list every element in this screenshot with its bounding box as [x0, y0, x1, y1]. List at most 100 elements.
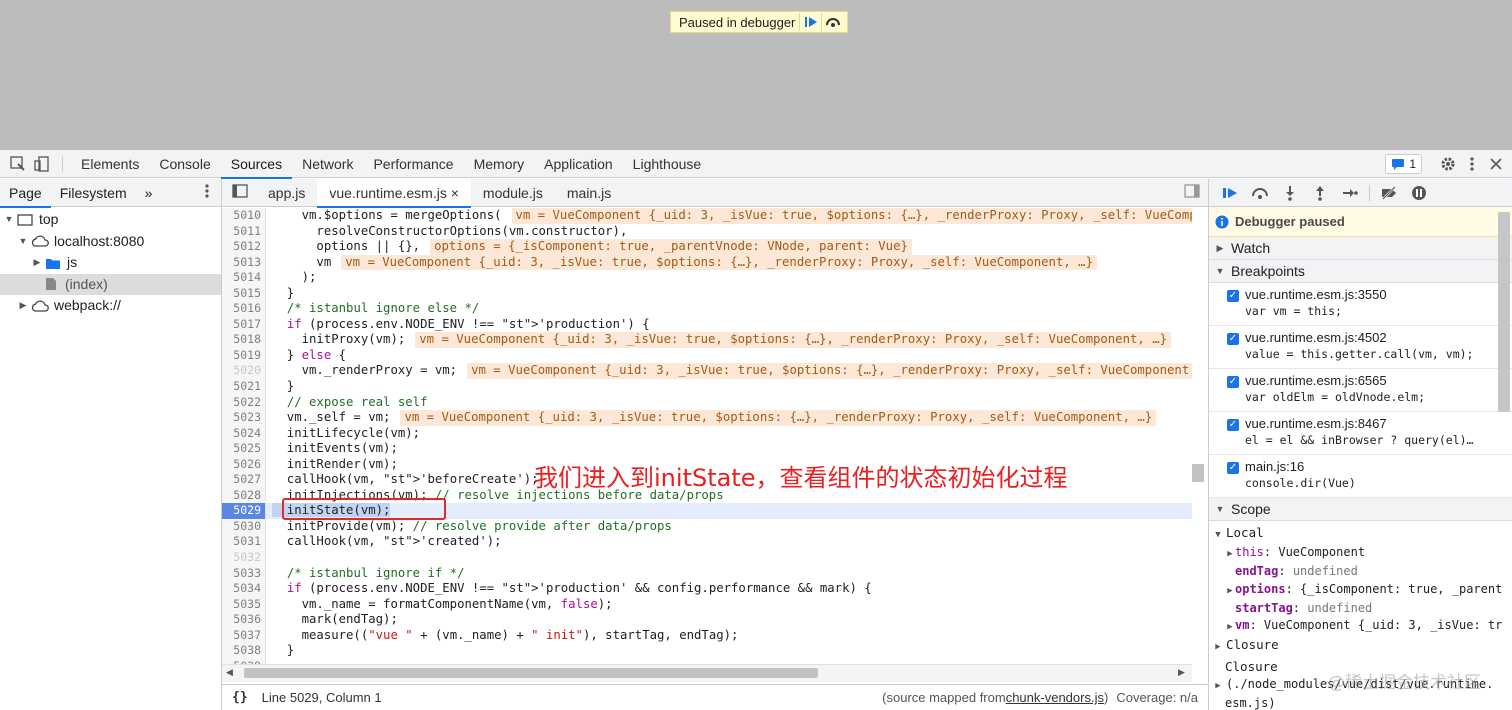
- source-map-link[interactable]: chunk-vendors.js: [1006, 690, 1104, 705]
- line-number[interactable]: 5022: [222, 394, 266, 411]
- line-number[interactable]: 5018: [222, 332, 266, 348]
- close-devtools-icon[interactable]: [1484, 152, 1508, 176]
- issues-button[interactable]: 1: [1385, 153, 1422, 174]
- inspect-element-icon[interactable]: [6, 152, 30, 176]
- scroll-left-icon[interactable]: ◀: [226, 667, 233, 678]
- line-number[interactable]: 5034: [222, 581, 266, 597]
- line-number[interactable]: 5036: [222, 612, 266, 628]
- step-into-icon[interactable]: [1275, 179, 1305, 207]
- pause-on-exceptions-icon[interactable]: [1404, 179, 1434, 207]
- tree-item-index[interactable]: (index): [0, 273, 221, 295]
- more-tabs-chevron-icon[interactable]: »: [136, 179, 162, 207]
- tab-page[interactable]: Page: [0, 179, 51, 208]
- line-number[interactable]: 5032: [222, 550, 266, 566]
- line-number[interactable]: 5010: [222, 208, 266, 224]
- line-number[interactable]: 5023: [222, 410, 266, 426]
- collapse-triangle-icon[interactable]: ▶: [1225, 619, 1235, 636]
- toggle-debugger-icon[interactable]: [1184, 184, 1200, 201]
- line-number[interactable]: 5029: [222, 503, 266, 519]
- code-line[interactable]: 5037 measure(("vue " + (vm._name) + " in…: [222, 627, 1192, 644]
- checkbox-checked-icon[interactable]: ✓: [1227, 290, 1239, 302]
- device-toolbar-icon[interactable]: [30, 152, 54, 176]
- navigator-menu-icon[interactable]: [205, 184, 209, 201]
- more-options-icon[interactable]: [1460, 152, 1484, 176]
- close-tab-icon[interactable]: ×: [451, 185, 459, 201]
- code-line[interactable]: 5011 resolveConstructorOptions(vm.constr…: [222, 223, 1192, 240]
- checkbox-checked-icon[interactable]: ✓: [1227, 462, 1239, 474]
- collapse-triangle-icon[interactable]: ▶: [32, 252, 42, 274]
- code-line[interactable]: 5036 mark(endTag);: [222, 612, 1192, 628]
- deactivate-breakpoints-icon[interactable]: [1374, 179, 1404, 207]
- scope-local[interactable]: ▼ Local: [1209, 524, 1512, 544]
- line-number[interactable]: 5031: [222, 534, 266, 551]
- line-number[interactable]: 5015: [222, 285, 266, 302]
- line-number[interactable]: 5021: [222, 379, 266, 395]
- file-tab-app[interactable]: app.js: [256, 179, 317, 207]
- line-number[interactable]: 5012: [222, 239, 266, 255]
- code-line[interactable]: 5010 vm.$options = mergeOptions(vm = Vue…: [222, 208, 1192, 224]
- line-number[interactable]: 5014: [222, 270, 266, 286]
- code-line[interactable]: 5023 vm._self = vm; vm = VueComponent {_u…: [222, 410, 1192, 426]
- resume-icon[interactable]: [1215, 179, 1245, 207]
- tree-item-js[interactable]: ▶ js: [0, 252, 221, 274]
- tree-item-localhost[interactable]: ▼ localhost:8080: [0, 231, 221, 253]
- tab-elements[interactable]: Elements: [71, 150, 149, 178]
- sidebar-scrollbar[interactable]: [1498, 212, 1510, 412]
- code-line[interactable]: 5034 if (process.env.NODE_ENV !== "st">'…: [222, 581, 1192, 597]
- line-number[interactable]: 5017: [222, 316, 266, 333]
- code-line[interactable]: 5033 /* istanbul ignore if */: [222, 565, 1192, 582]
- line-number[interactable]: 5024: [222, 425, 266, 442]
- tree-item-top[interactable]: ▼ top: [0, 209, 221, 231]
- step-over-icon[interactable]: [1245, 179, 1275, 207]
- collapse-triangle-icon[interactable]: ▶: [18, 295, 28, 317]
- code-line[interactable]: 5019 } else {: [222, 347, 1192, 364]
- tab-filesystem[interactable]: Filesystem: [51, 179, 136, 207]
- scope-variable[interactable]: startTag: undefined: [1209, 600, 1512, 617]
- line-number[interactable]: 5019: [222, 347, 266, 364]
- collapse-triangle-icon[interactable]: ▶: [1213, 678, 1223, 695]
- breakpoint-item[interactable]: ✓ vue.runtime.esm.js:6565 var oldElm = old…: [1209, 369, 1512, 412]
- line-number[interactable]: 5033: [222, 565, 266, 582]
- tab-application[interactable]: Application: [534, 150, 623, 178]
- code-line[interactable]: 5022 // expose real self: [222, 394, 1192, 411]
- line-number[interactable]: 5011: [222, 223, 266, 240]
- breakpoint-item[interactable]: ✓ vue.runtime.esm.js:3550 var vm = this;: [1209, 283, 1512, 326]
- expand-triangle-icon[interactable]: ▼: [18, 231, 28, 253]
- tab-memory[interactable]: Memory: [464, 150, 535, 178]
- code-line[interactable]: 5021 }: [222, 379, 1192, 395]
- section-breakpoints[interactable]: ▼ Breakpoints: [1209, 260, 1512, 283]
- tab-lighthouse[interactable]: Lighthouse: [623, 150, 712, 178]
- code-line[interactable]: 5013 vm vm = VueComponent {_uid: 3, _isVu…: [222, 254, 1192, 271]
- line-number[interactable]: 5013: [222, 254, 266, 271]
- tree-item-webpack[interactable]: ▶ webpack://: [0, 295, 221, 317]
- section-scope[interactable]: ▼ Scope: [1209, 498, 1512, 521]
- line-number[interactable]: 5016: [222, 301, 266, 317]
- toggle-navigator-icon[interactable]: [232, 184, 248, 201]
- file-tab-module[interactable]: module.js: [471, 179, 555, 207]
- breakpoint-item[interactable]: ✓ main.js:16 console.dir(Vue): [1209, 455, 1512, 498]
- step-out-icon[interactable]: [1305, 179, 1335, 207]
- code-line[interactable]: 5017 if (process.env.NODE_ENV !== "st">'…: [222, 316, 1192, 333]
- line-number[interactable]: 5027: [222, 472, 266, 488]
- scope-variable[interactable]: ▶ this: VueComponent: [1209, 544, 1512, 563]
- collapse-triangle-icon[interactable]: ▶: [1215, 237, 1225, 260]
- scope-closure[interactable]: ▶ Closure: [1209, 636, 1512, 656]
- code-line[interactable]: 5014 );: [222, 270, 1192, 286]
- collapse-triangle-icon[interactable]: ▶: [1225, 546, 1235, 563]
- code-line[interactable]: 5016 /* istanbul ignore else */: [222, 301, 1192, 317]
- code-line[interactable]: 5012 options || {}, options = {_isCompone…: [222, 239, 1192, 255]
- expand-triangle-icon[interactable]: ▼: [1213, 527, 1223, 544]
- vertical-scroll-thumb[interactable]: [1192, 464, 1204, 482]
- scope-variable[interactable]: ▶ options: {_isComponent: true, _parent: [1209, 581, 1512, 600]
- expand-triangle-icon[interactable]: ▼: [1215, 498, 1225, 521]
- line-number[interactable]: 5035: [222, 596, 266, 613]
- tab-sources[interactable]: Sources: [220, 150, 293, 179]
- breakpoint-item[interactable]: ✓ vue.runtime.esm.js:4502 value = this.get…: [1209, 326, 1512, 369]
- line-number[interactable]: 5037: [222, 627, 266, 644]
- tab-performance[interactable]: Performance: [363, 150, 463, 178]
- collapse-triangle-icon[interactable]: ▶: [1225, 583, 1235, 600]
- file-tab-main[interactable]: main.js: [555, 179, 623, 207]
- expand-triangle-icon[interactable]: ▼: [1215, 260, 1225, 283]
- breakpoint-item[interactable]: ✓ vue.runtime.esm.js:8467 el = el && inBro…: [1209, 412, 1512, 455]
- line-number[interactable]: 5026: [222, 456, 266, 473]
